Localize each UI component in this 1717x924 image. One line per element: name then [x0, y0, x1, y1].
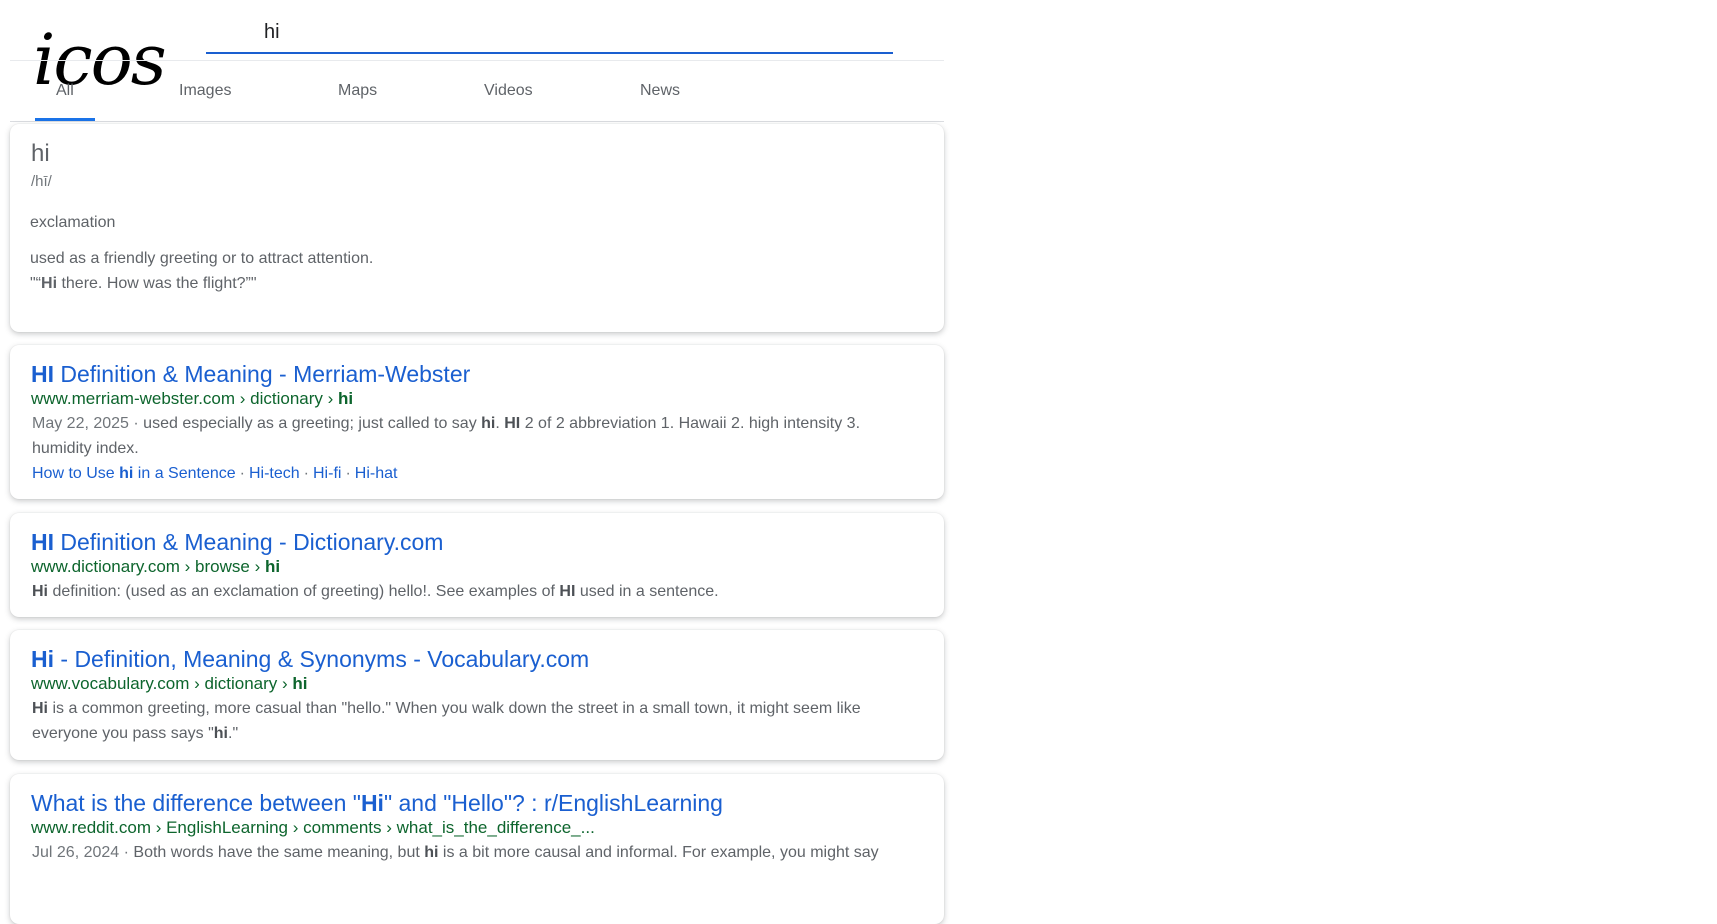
url-bold: hi [264, 557, 281, 576]
tab-images[interactable]: Images [179, 82, 231, 100]
snippet-bold: Hi [32, 583, 48, 600]
search-result: What is the difference between "Hi" and … [10, 774, 944, 924]
sitelink-hi-fi[interactable]: Hi-fi [313, 465, 341, 482]
snippet-bold: hi [481, 415, 496, 432]
result-snippet: Hi definition: (used as an exclamation o… [32, 579, 912, 604]
dictionary-definition: used as a friendly greeting or to attrac… [30, 250, 374, 267]
url-bold: hi [292, 674, 308, 693]
search-result: HI Definition & Meaning - Dictionary.com… [10, 513, 944, 617]
result-snippet: Hi is a common greeting, more casual tha… [32, 696, 912, 746]
url-text: www.reddit.com › EnglishLearning › comme… [31, 818, 595, 837]
url-text: www.dictionary.com › browse › [31, 557, 265, 576]
snippet-text: used especially as a greeting; just call… [143, 415, 482, 432]
sitelink-hi-tech[interactable]: Hi-tech [249, 465, 300, 482]
result-date: May 22, 2025 [32, 415, 129, 432]
title-text: Definition & Meaning - Dictionary.com [54, 529, 444, 555]
snippet-bold: HI [504, 415, 521, 432]
sitelink-bold: hi [119, 465, 134, 482]
result-url[interactable]: www.reddit.com › EnglishLearning › comme… [31, 818, 595, 838]
date-separator: · [128, 415, 144, 432]
example-rest: there. How was the flight?”" [57, 275, 257, 292]
sitelink-text: How to Use [32, 465, 120, 482]
snippet-bold: HI [559, 583, 576, 600]
url-text: www.merriam-webster.com › dictionary › [31, 389, 339, 408]
example-bold-word: Hi [41, 275, 58, 292]
title-text: Definition & Meaning - Merriam-Webster [54, 361, 471, 387]
result-url[interactable]: www.dictionary.com › browse › hi [31, 557, 280, 577]
result-snippet: Jul 26, 2024 · Both words have the same … [32, 840, 912, 865]
snippet-text: definition: (used as an exclamation of g… [48, 583, 560, 600]
snippet-text: ." [228, 725, 239, 742]
result-sitelinks: How to Use hi in a Sentence · Hi-tech · Hi-f… [32, 465, 397, 483]
sitelink-how-to-use[interactable]: How to Use hi in a Sentence [32, 465, 236, 482]
tab-maps[interactable]: Maps [338, 82, 377, 100]
dictionary-word: hi [31, 140, 50, 167]
result-title-link[interactable]: HI Definition & Meaning - Merriam-Webste… [31, 361, 470, 388]
url-text: www.vocabulary.com › dictionary › [31, 674, 293, 693]
tab-all[interactable]: All [56, 82, 74, 100]
title-bold: Hi [360, 790, 384, 816]
result-url[interactable]: www.vocabulary.com › dictionary › hi [31, 674, 307, 694]
sitelink-separator: · [303, 465, 309, 482]
sitelink-separator: · [239, 465, 245, 482]
search-result: HI Definition & Meaning - Merriam-Webste… [10, 345, 944, 499]
snippet-bold: hi [213, 725, 228, 742]
result-title-link[interactable]: What is the difference between "Hi" and … [31, 790, 723, 817]
dictionary-card: hi /hī/ exclamation used as a friendly g… [10, 124, 944, 332]
sitelink-text: in a Sentence [133, 465, 236, 482]
search-bar [206, 14, 893, 54]
title-text: What is the difference between " [31, 790, 361, 816]
result-snippet: May 22, 2025 · used especially as a gree… [32, 411, 912, 461]
dictionary-phonetic: /hī/ [31, 173, 52, 190]
title-bold: HI [31, 361, 54, 387]
title-bold: Hi [31, 646, 54, 672]
sitelink-separator: · [345, 465, 351, 482]
tab-videos[interactable]: Videos [484, 82, 533, 100]
tabs-divider [10, 121, 944, 122]
dictionary-example: "“Hi there. How was the flight?”" [30, 275, 257, 293]
tab-news[interactable]: News [640, 82, 680, 100]
title-text: - Definition, Meaning & Synonyms - Vocab… [54, 646, 590, 672]
snippet-text: used in a sentence. [575, 583, 719, 600]
search-input[interactable] [262, 16, 866, 48]
snippet-bold: hi [424, 844, 439, 861]
result-date: Jul 26, 2024 [32, 844, 120, 861]
snippet-text: Both words have the same meaning, but [133, 844, 425, 861]
date-separator: · [119, 844, 134, 861]
result-title-link[interactable]: HI Definition & Meaning - Dictionary.com [31, 529, 443, 556]
result-title-link[interactable]: Hi - Definition, Meaning & Synonyms - Vo… [31, 646, 589, 673]
example-open-quote: "“ [30, 275, 42, 292]
snippet-text: . [495, 415, 505, 432]
snippet-bold: Hi [32, 700, 48, 717]
snippet-text: is a bit more causal and informal. For e… [438, 844, 879, 861]
header-divider [10, 60, 944, 61]
sitelink-hi-hat[interactable]: Hi-hat [355, 465, 398, 482]
result-url[interactable]: www.merriam-webster.com › dictionary › h… [31, 389, 353, 409]
dictionary-part-of-speech: exclamation [30, 214, 116, 231]
url-bold: hi [338, 389, 354, 408]
snippet-text: is a common greeting, more casual than "… [32, 700, 861, 742]
search-result: Hi - Definition, Meaning & Synonyms - Vo… [10, 630, 944, 760]
title-text: " and "Hello"? : r/EnglishLearning [383, 790, 723, 816]
title-bold: HI [31, 529, 54, 555]
